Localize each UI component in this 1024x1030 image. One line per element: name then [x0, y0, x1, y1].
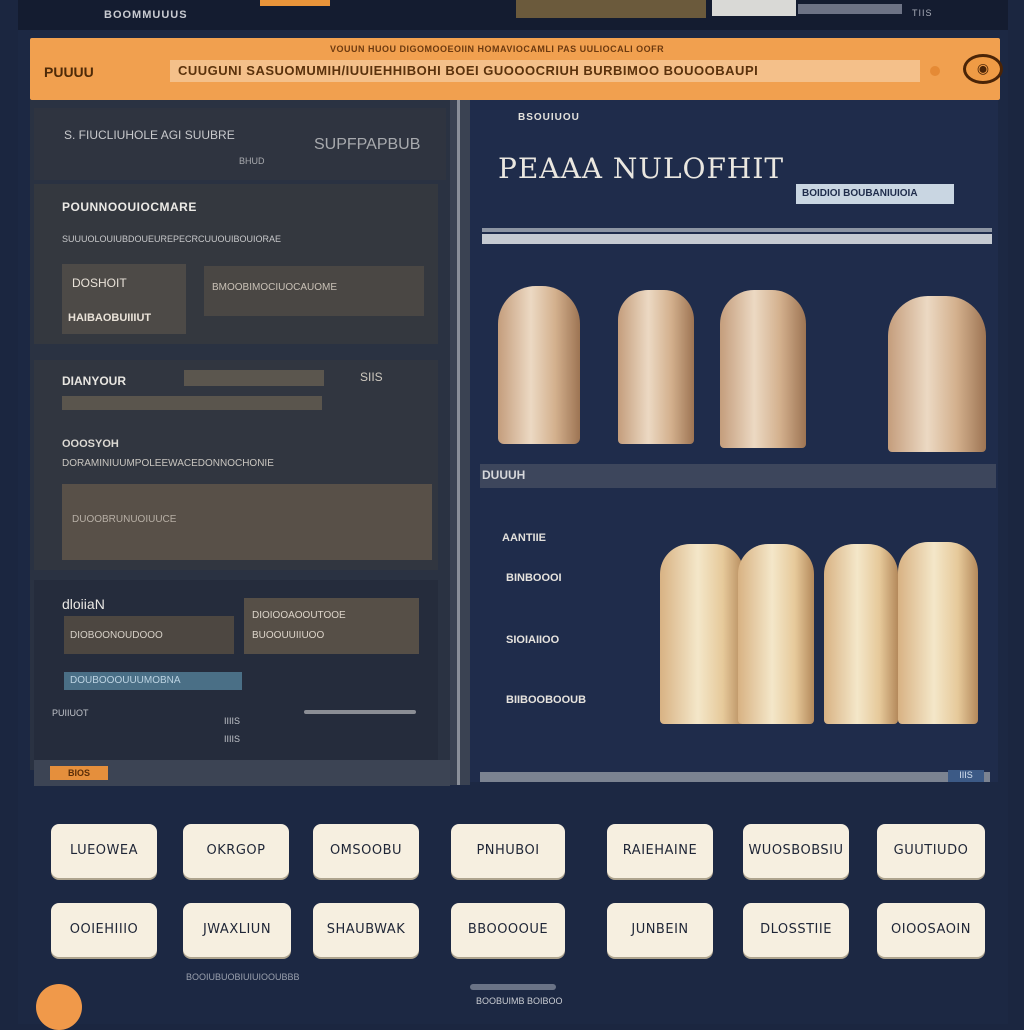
right-panel-label: BSOUIUOU: [518, 112, 580, 123]
right-panel: BSOUIUOU PEAAA NULOFHIT BOIDIOI BOUBANIU…: [470, 100, 998, 782]
detail-card-title: DOSHOIT: [72, 276, 127, 290]
category-button[interactable]: BBOOOOUE: [451, 903, 565, 957]
option-footer-value: IIIIS: [224, 716, 241, 726]
search-label: PUUUU: [44, 64, 94, 80]
search-caption: VOUUN HUOU DIGOMOOEOIIN HOMAVIOCAMLI PAS…: [330, 44, 665, 54]
section-bar: DUUUH: [480, 464, 996, 488]
detail-field-value: BMOOBIMOCIUOCAUOME: [212, 282, 338, 293]
left-section-details: POUNNOOUIOCMARE SUUUOLOUIUBDOUEUREPECRCU…: [34, 184, 438, 344]
category-button[interactable]: OKRGOP: [183, 824, 289, 878]
footer-subtext: BOOIUBUOBIUIUIOOUBBB: [186, 972, 300, 982]
category-button[interactable]: JWAXLIUN: [183, 903, 291, 957]
search-input[interactable]: CUUGUNI SASUOMUMIH/IUUIEHHIBOHI BOEI GUO…: [170, 60, 920, 82]
top-toolbar: BOOMMUUUS TIIS: [18, 0, 1008, 30]
garment-image[interactable]: [888, 296, 986, 452]
left-section-header-value: SUPFPAPBUB: [314, 136, 421, 153]
footer-tag[interactable]: BIOS: [50, 766, 108, 780]
category-button[interactable]: JUNBEIN: [607, 903, 713, 957]
floating-action-button[interactable]: [36, 984, 82, 1030]
option-field-value: DIOBOONOUDOOO: [70, 630, 163, 641]
inventory-field[interactable]: DUOOBRUNUOIUUCE: [62, 484, 432, 560]
option-footer-value-secondary: IIIIS: [224, 734, 241, 744]
section-row-bar: [62, 396, 322, 410]
list-item[interactable]: SIOIAIIOO: [506, 634, 559, 646]
category-button[interactable]: OOIEHIIIO: [51, 903, 157, 957]
right-panel-title: PEAAA NULOFHIT: [498, 152, 785, 185]
garment-image[interactable]: [498, 286, 580, 444]
list-item[interactable]: BIIBOOBOOUB: [506, 694, 586, 706]
button-row: LUEOWEA OKRGOP OMSOOBU PNHUBOI RAIEHAINE…: [0, 824, 1024, 880]
section-heading-value: SIIS: [360, 370, 383, 384]
garment-image[interactable]: [824, 544, 898, 724]
section-heading-bar: [184, 370, 324, 386]
option-field[interactable]: DIOBOONOUDOOO: [64, 616, 234, 654]
option-link[interactable]: DOUBOOOUUUMOBNA: [64, 672, 242, 690]
right-panel-rule: [482, 234, 992, 244]
garment-image[interactable]: [618, 290, 694, 444]
option-footer-text: PUIIUOT: [52, 708, 89, 718]
category-button[interactable]: LUEOWEA: [51, 824, 157, 878]
panel-divider[interactable]: [450, 100, 470, 785]
category-button[interactable]: OMSOOBU: [313, 824, 419, 878]
toolbar-status: TIIS: [912, 8, 933, 18]
option-slider[interactable]: [304, 710, 416, 714]
option-field-line2: BUOOUUIIUOO: [252, 630, 325, 641]
section-line-text: DORAMINIUUMPOLEEWACEDONNOCHONIE: [62, 458, 274, 469]
section-heading: DIANYOUR: [62, 374, 127, 388]
category-button[interactable]: RAIEHAINE: [607, 824, 713, 878]
list-item[interactable]: BINBOOOI: [506, 572, 562, 584]
left-section-header-text: S. FIUCLIUHOLE AGI SUUBRE: [64, 128, 235, 142]
right-panel-scrollbar[interactable]: IIIS: [480, 770, 990, 782]
left-panel-footer: BIOS: [34, 760, 450, 786]
section-bar-label: DUUUH: [482, 468, 526, 482]
search-icon[interactable]: ◉: [963, 54, 1003, 84]
divider-line: [457, 100, 460, 785]
option-field-line1: DIOIOOAOOUTOOE: [252, 610, 346, 621]
section-line-title: OOOSYOH: [62, 438, 119, 450]
toolbar-field-secondary[interactable]: [798, 4, 902, 14]
pagination-bar[interactable]: [470, 984, 556, 990]
toolbar-field[interactable]: [712, 0, 796, 16]
left-panel: S. FIUCLIUHOLE AGI SUUBRE SUPFPAPBUB BHU…: [30, 100, 450, 770]
footer-label: BOOBUIMB BOIBOO: [476, 996, 563, 1006]
left-section-options: dloiiaN DIOBOONOUDOOO DIOIOOAOOUTOOE BUO…: [34, 580, 438, 760]
scroll-indicator: IIIS: [948, 770, 984, 782]
category-button[interactable]: WUOSBOBSIU: [743, 824, 849, 878]
category-button[interactable]: DLOSSTIIE: [743, 903, 849, 957]
section-heading: POUNNOOUIOCMARE: [62, 200, 197, 214]
garment-image[interactable]: [738, 544, 814, 724]
left-section-inventory: DIANYOUR SIIS OOOSYOH DORAMINIUUMPOLEEWA…: [34, 360, 438, 570]
section-heading: dloiiaN: [62, 596, 105, 612]
search-bar: VOUUN HUOU DIGOMOOEOIIN HOMAVIOCAMLI PAS…: [30, 38, 1003, 100]
detail-field[interactable]: BMOOBIMOCIUOCAUOME: [204, 266, 424, 316]
toolbar-thumbnail[interactable]: [516, 0, 706, 18]
garment-image[interactable]: [898, 542, 978, 724]
garment-image[interactable]: [720, 290, 806, 448]
button-row: OOIEHIIIO JWAXLIUN SHAUBWAK BBOOOOUE JUN…: [0, 903, 1024, 959]
detail-card[interactable]: DOSHOIT HAIBAOBUIIIUT: [62, 264, 186, 334]
right-panel-divider: [482, 228, 992, 232]
toolbar-chip[interactable]: [260, 0, 330, 6]
list-title: AANTIIE: [502, 532, 546, 544]
right-panel-tag[interactable]: BOIDIOI BOUBANIUIOIA: [796, 184, 954, 204]
detail-card-subtitle: HAIBAOBUIIIUT: [68, 312, 152, 324]
category-button[interactable]: PNHUBOI: [451, 824, 565, 878]
inventory-field-value: DUOOBRUNUOIUUCE: [72, 514, 177, 525]
left-section-header-caption: BHUD: [239, 156, 265, 166]
garment-image[interactable]: [660, 544, 744, 724]
left-section-header: S. FIUCLIUHOLE AGI SUUBRE SUPFPAPBUB BHU…: [34, 108, 446, 180]
app-title: BOOMMUUUS: [104, 9, 188, 21]
option-field-secondary[interactable]: DIOIOOAOOUTOOE BUOOUUIIUOO: [244, 598, 419, 654]
category-button[interactable]: GUUTIUDO: [877, 824, 985, 878]
category-button[interactable]: SHAUBWAK: [313, 903, 419, 957]
section-subtext: SUUUOLOUIUBDOUEUREPECRCUUOUIBOUIORAE: [62, 234, 282, 244]
category-button[interactable]: OIOOSAOIN: [877, 903, 985, 957]
search-status-dot: [930, 66, 940, 76]
